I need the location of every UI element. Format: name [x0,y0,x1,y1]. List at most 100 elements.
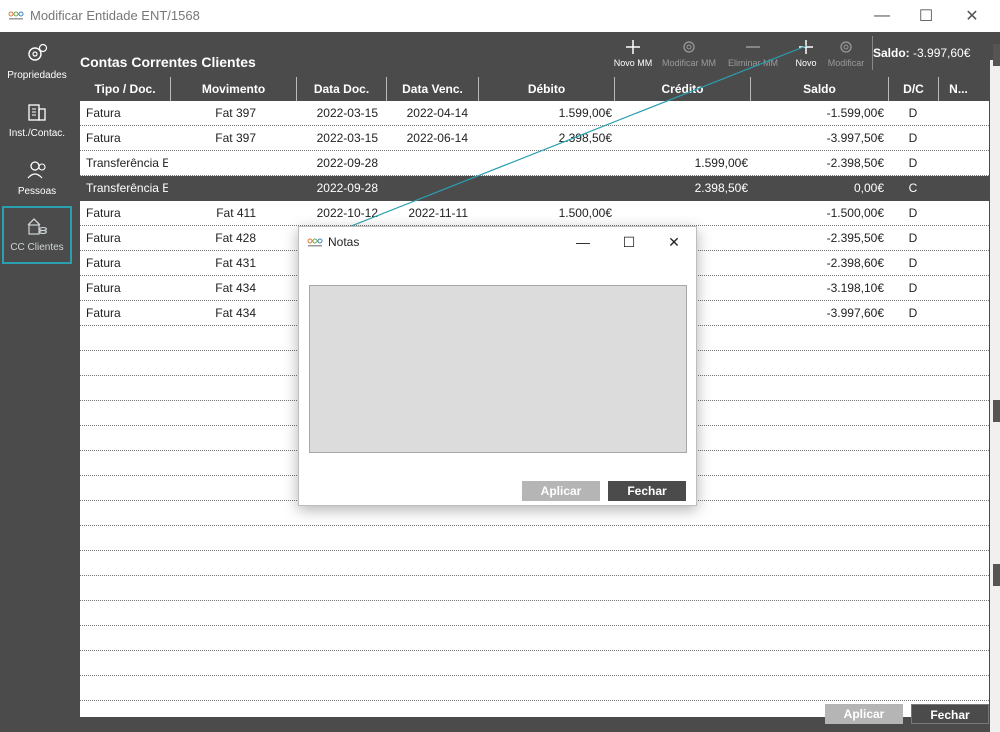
table-row[interactable]: Fatura Fat 411 2022-10-12 2022-11-11 1.500,0… [80,201,989,226]
cell-movimento: Fat 434 [215,281,256,295]
cell-tipo: Fatura [86,256,121,270]
cell-credito [614,201,748,226]
table-row[interactable]: Fatura Fat 397 2022-03-15 2022-04-14 1.599,0… [80,101,989,126]
maximize-icon: ☐ [622,233,636,250]
plus-icon [799,40,813,54]
cell-dc: D [908,281,918,295]
minus-icon [746,46,760,48]
dialog-maximize-button[interactable]: ☐ [609,231,649,253]
col-header-data-doc[interactable]: Data Doc. [296,77,386,101]
novo-mm-button[interactable]: Novo MM [610,38,656,68]
cell-saldo: -3.198,10€ [826,281,884,295]
cell-saldo: -2.398,50€ [826,156,884,170]
cell-dc: D [908,231,918,245]
cell-data-doc: 2022-03-15 [316,131,378,145]
cell-credito [614,101,748,126]
sidebar: Propriedades Inst./Contac. Pessoas CC Cl… [0,32,75,732]
cell-movimento: Fat 397 [215,131,256,145]
cell-movimento: Fat 411 [216,206,256,220]
cell-movimento: Fat 431 [215,256,256,270]
eliminar-mm-label: Eliminar MM [727,58,778,68]
empty-row [80,551,989,576]
dialog-minimize-button[interactable]: — [563,231,603,253]
sidebar-item-cc-clientes[interactable]: CC Clientes [2,206,72,264]
cell-dc: D [908,256,918,270]
cell-credito [614,126,748,151]
col-header-debito[interactable]: Débito [478,77,614,101]
people-icon [27,161,46,179]
cell-debito [478,151,612,176]
col-header-saldo[interactable]: Saldo [750,77,888,101]
sidebar-item-label: Pessoas [17,186,57,197]
cc-clientes-icon [27,218,48,235]
cell-credito: 1.599,00€ [694,156,748,170]
app-logo-icon [307,238,323,247]
close-button[interactable]: ✕ [952,4,992,28]
cell-data-doc: 2022-09-28 [316,156,378,170]
cell-saldo: -2.398,60€ [826,256,884,270]
fechar-button[interactable]: Fechar [911,704,989,724]
page-title: Contas Correntes Clientes [80,54,256,70]
col-header-movimento[interactable]: Movimento [170,77,296,101]
cell-debito [478,176,612,201]
empty-row [80,601,989,626]
cell-tipo: Fatura [86,206,121,220]
table-row[interactable]: Fatura Fat 397 2022-03-15 2022-06-14 2.398,5… [80,126,989,151]
saldo-display: Saldo: -3.997,60€ [873,46,970,60]
dialog-close-button[interactable]: ✕ [654,231,694,253]
aplicar-button[interactable]: Aplicar [825,704,903,724]
cell-data-venc [386,151,468,176]
gears-icon [28,43,48,61]
empty-row [80,576,989,601]
maximize-icon: ☐ [918,8,934,25]
cell-debito: 1.599,00€ [558,106,612,120]
eliminar-mm-button[interactable]: Eliminar MM [725,38,781,68]
minimize-button[interactable]: — [862,4,902,28]
cell-dc: D [908,106,918,120]
dialog-fechar-button[interactable]: Fechar [608,481,686,501]
col-header-data-venc[interactable]: Data Venc. [386,77,478,101]
novo-button[interactable]: Novo [789,38,823,68]
sidebar-item-inst-contac[interactable]: Inst./Contac. [2,94,72,150]
gear-icon [683,41,695,53]
gear-icon [840,41,852,53]
cell-movimento: Fat 434 [215,306,256,320]
novo-mm-label: Novo MM [613,58,653,68]
cell-dc: D [908,306,918,320]
plus-icon [626,40,640,54]
saldo-value: -3.997,60€ [913,46,971,60]
col-header-credito[interactable]: Crédito [614,77,750,101]
modificar-mm-button[interactable]: Modificar MM [659,38,719,68]
table-row[interactable]: Transferência E 2022-09-28 2.398,50€ 0,00€ C [80,176,989,201]
cell-tipo: Transferência E [86,181,168,195]
empty-row [80,626,989,651]
cell-movimento: Fat 428 [215,231,256,245]
col-header-tipo[interactable]: Tipo / Doc. [80,77,170,101]
cell-dc: D [908,206,918,220]
modificar-button[interactable]: Modificar [823,38,869,68]
cell-movimento [176,151,256,176]
col-header-n[interactable]: N... [938,77,978,101]
cell-movimento: Fat 397 [215,106,256,120]
novo-label: Novo [795,58,817,68]
notes-textarea[interactable] [309,285,687,453]
dialog-aplicar-button[interactable]: Aplicar [522,481,600,501]
cell-tipo: Transferência E [86,156,168,170]
empty-row [80,526,989,551]
cell-tipo: Fatura [86,306,121,320]
sidebar-item-propriedades[interactable]: Propriedades [2,36,72,92]
cell-saldo: -2.395,50€ [826,231,884,245]
col-header-dc[interactable]: D/C [888,77,938,101]
cell-dc: C [908,181,918,195]
sidebar-item-label: CC Clientes [10,242,64,253]
cell-data-venc: 2022-11-11 [408,206,468,220]
sidebar-item-label: Inst./Contac. [8,128,66,139]
cell-data-doc: 2022-09-28 [316,181,378,195]
cell-data-venc: 2022-06-14 [406,131,468,145]
background-window-mark [993,44,1000,66]
table-row[interactable]: Transferência E 2022-09-28 1.599,00€ -2.398… [80,151,989,176]
sidebar-item-pessoas[interactable]: Pessoas [2,152,72,208]
empty-row [80,651,989,676]
maximize-button[interactable]: ☐ [906,4,946,28]
cell-saldo: -3.997,50€ [826,131,884,145]
